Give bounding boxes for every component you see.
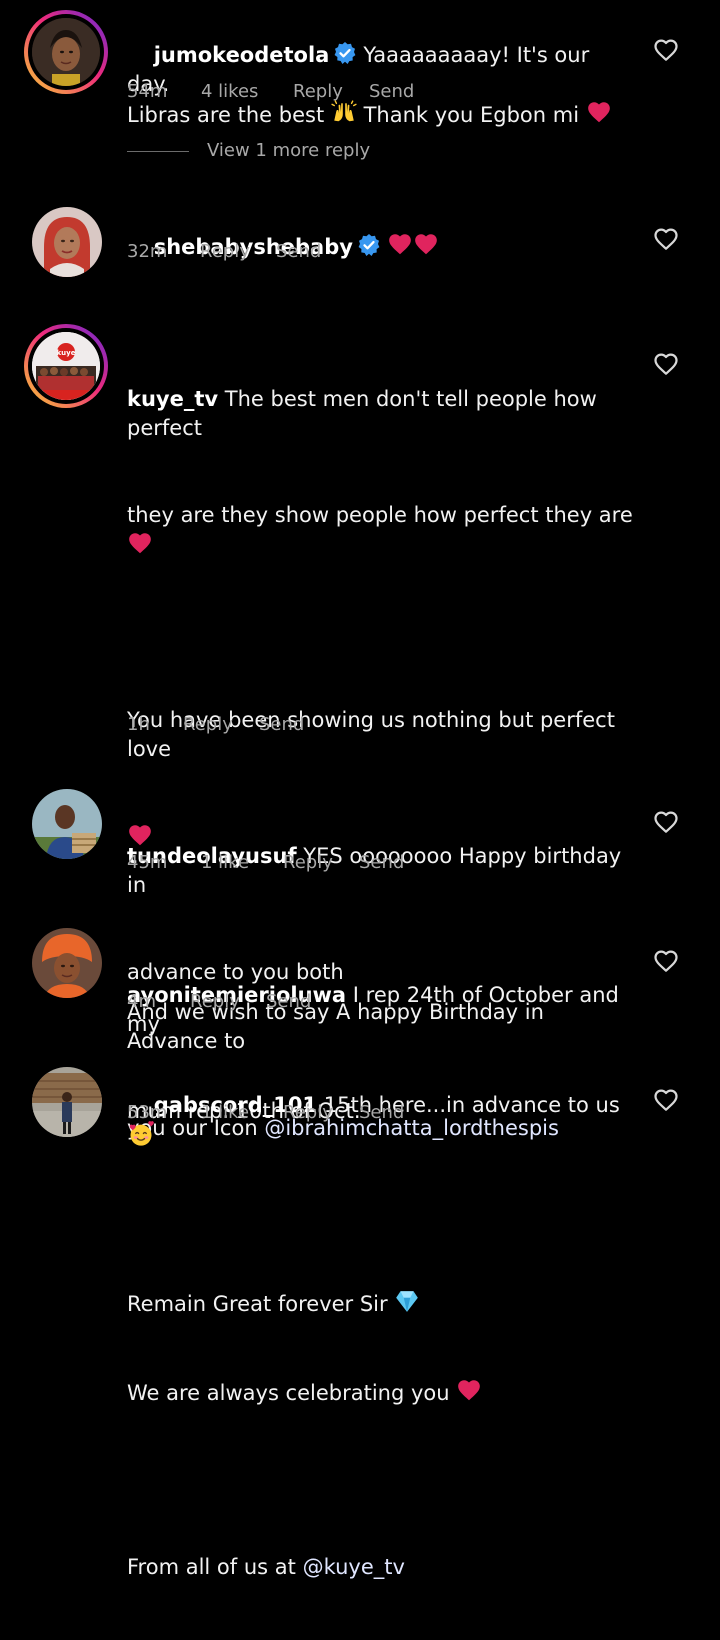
reply-button[interactable]: Reply — [293, 81, 343, 102]
username[interactable]: shebabyshebaby — [154, 235, 353, 259]
red-heart-emoji-icon — [456, 1377, 482, 1403]
avatar[interactable] — [32, 207, 102, 277]
reply-button[interactable]: Reply — [190, 991, 240, 1012]
comment-kuye-tv: kuye kuye_tv The best men don't tell peo… — [0, 315, 720, 1579]
mention-link[interactable]: @kuye_tv — [303, 1555, 405, 1579]
send-button[interactable]: Send — [266, 991, 311, 1012]
comment-tundeolayusuf: tundeolayusuf YES oooooooo Happy birthda… — [0, 772, 720, 984]
username[interactable]: kuye_tv — [127, 387, 218, 411]
like-count[interactable]: 1 like — [201, 852, 249, 873]
send-button[interactable]: Send — [359, 852, 404, 873]
comment-text: they are they show people how perfect th… — [127, 503, 633, 527]
comment-text: Libras are the best — [127, 103, 325, 127]
red-heart-emoji-icon — [586, 99, 612, 125]
like-count[interactable]: 1 like — [201, 1102, 249, 1123]
avatar[interactable] — [32, 1067, 102, 1137]
verified-badge-icon — [357, 233, 381, 257]
reply-button[interactable]: Reply — [183, 714, 233, 735]
timestamp: 53m — [127, 1102, 168, 1123]
gem-emoji-icon — [394, 1288, 420, 1314]
avatar-story-ring[interactable] — [24, 10, 108, 94]
username[interactable]: jumokeodetola — [154, 43, 330, 67]
avatar-story-ring[interactable]: kuye — [24, 324, 108, 408]
avatar: kuye — [32, 332, 100, 400]
comment-jumokeodetola: jumokeodetola Yaaaaaaaaay! It's our day. L… — [0, 0, 720, 180]
avatar[interactable] — [32, 789, 102, 859]
like-heart-icon[interactable] — [652, 808, 680, 836]
comment-shebabyshebaby: shebabyshebaby 32m Reply Send — [0, 190, 720, 300]
reply-button[interactable]: Reply — [200, 241, 250, 262]
smiling-face-with-hearts-emoji-icon — [127, 1120, 155, 1148]
like-heart-icon[interactable] — [652, 36, 680, 64]
reply-button[interactable]: Reply — [283, 1102, 333, 1123]
avatar — [32, 18, 100, 86]
timestamp: 45m — [127, 852, 168, 873]
view-more-label[interactable]: View 1 more reply — [207, 140, 370, 161]
red-heart-emoji-icon — [387, 231, 413, 257]
like-heart-icon[interactable] — [652, 947, 680, 975]
red-heart-emoji-icon — [413, 231, 439, 257]
timestamp: 32m — [127, 241, 168, 262]
kuye-logo-text: kuye — [57, 349, 76, 357]
comment-text: We are always celebrating you — [127, 1381, 450, 1405]
comment-gabscord-101: gabscord_101 15th here...in advance to u… — [0, 1050, 720, 1140]
like-heart-icon[interactable] — [652, 1086, 680, 1114]
send-button[interactable]: Send — [259, 714, 304, 735]
avatar[interactable] — [32, 928, 102, 998]
comment-ayonitemierioluwa: ayonitemierioluwa I rep 24th of October … — [0, 911, 720, 1123]
like-count[interactable]: 4 likes — [201, 81, 258, 102]
like-heart-icon[interactable] — [652, 350, 680, 378]
timestamp: 54m — [127, 81, 168, 102]
send-button[interactable]: Send — [276, 241, 321, 262]
timestamp: 1h — [127, 714, 150, 735]
raised-hands-emoji-icon — [331, 99, 357, 125]
comment-text: From all of us at — [127, 1555, 296, 1579]
timestamp: 4m — [127, 991, 156, 1012]
reply-button[interactable]: Reply — [283, 852, 333, 873]
send-button[interactable]: Send — [359, 1102, 404, 1123]
send-button[interactable]: Send — [369, 81, 414, 102]
red-heart-emoji-icon — [127, 530, 153, 556]
comment-text: Remain Great forever Sir — [127, 1292, 388, 1316]
comment-text: Thank you Egbon mi — [363, 103, 580, 127]
divider-line — [127, 151, 189, 152]
like-heart-icon[interactable] — [652, 225, 680, 253]
view-more-replies[interactable]: View 1 more reply — [127, 140, 427, 166]
verified-badge-icon — [333, 41, 357, 65]
